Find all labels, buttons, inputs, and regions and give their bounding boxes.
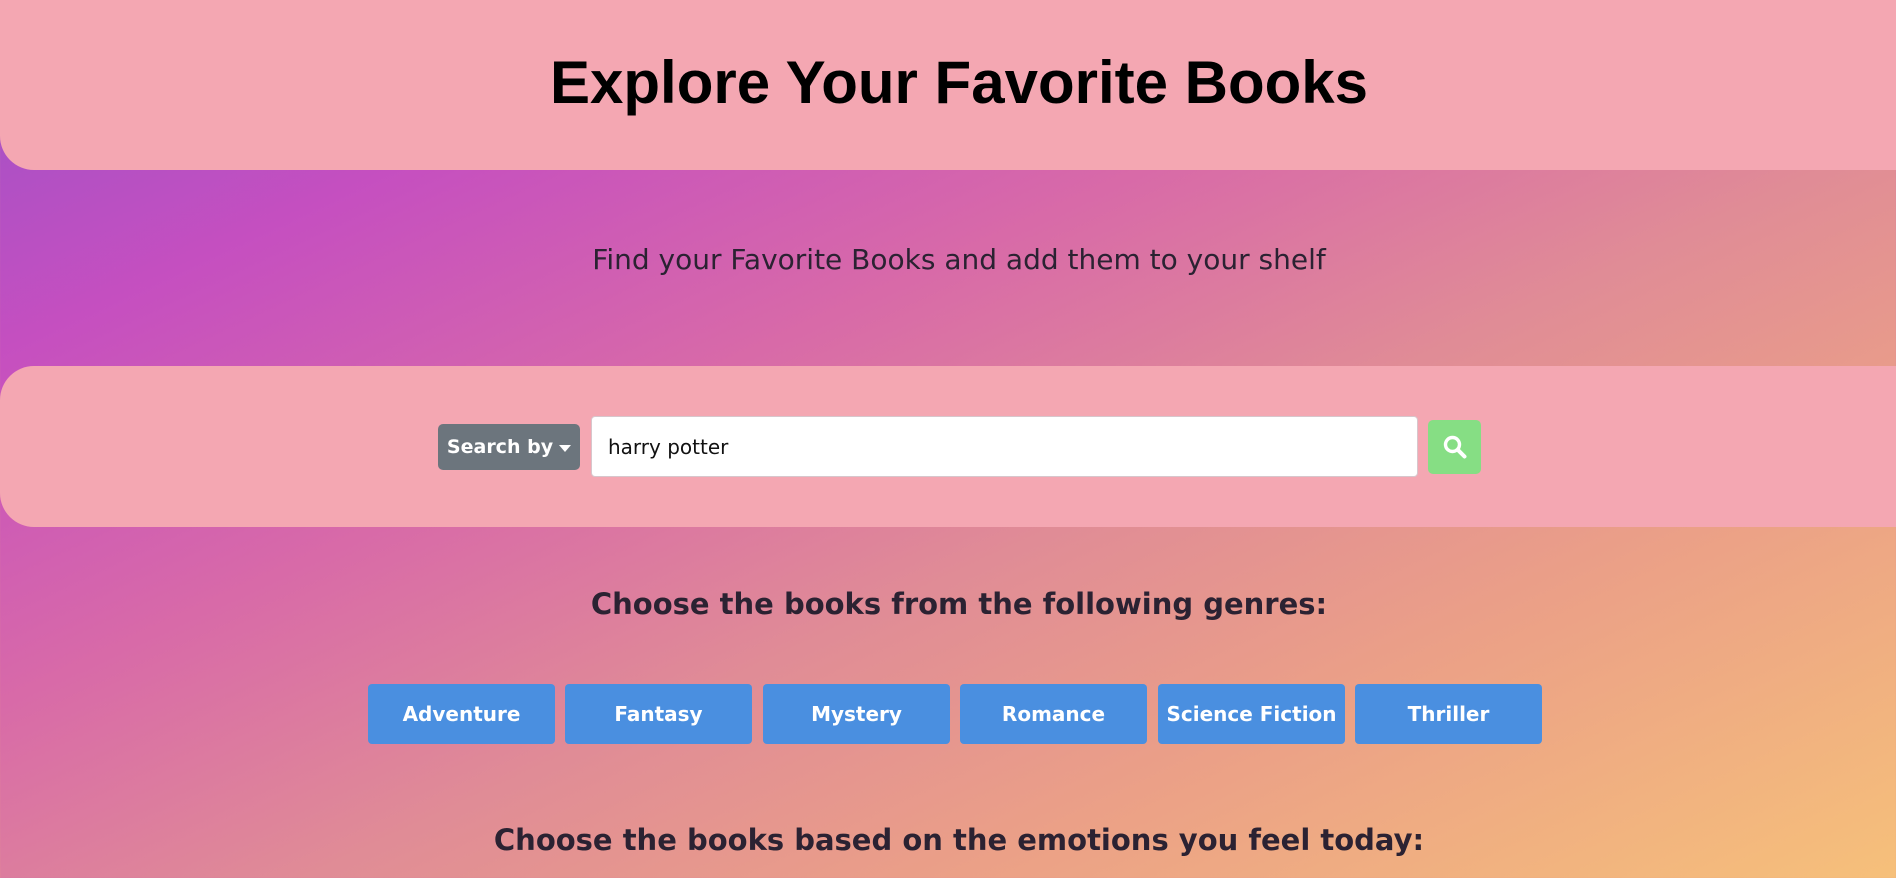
emotions-heading: Choose the books based on the emotions y… <box>493 823 1425 857</box>
search-by-dropdown-button[interactable]: Search by <box>438 424 580 470</box>
search-icon <box>1443 435 1466 459</box>
genre-button-thriller[interactable]: Thriller <box>1355 684 1542 744</box>
page-subtitle: Find your Favorite Books and add them to… <box>592 243 1326 276</box>
page-title: Explore Your Favorite Books <box>550 49 1368 116</box>
caret-down-icon <box>559 444 572 452</box>
genre-button-adventure[interactable]: Adventure <box>368 684 555 744</box>
genre-button-romance[interactable]: Romance <box>960 684 1147 744</box>
search-submit-button[interactable] <box>1428 420 1481 474</box>
genre-button-fantasy[interactable]: Fantasy <box>565 684 752 744</box>
search-by-label: Search by <box>446 436 554 458</box>
genre-button-science-fiction[interactable]: Science Fiction <box>1158 684 1345 744</box>
search-input[interactable] <box>591 416 1418 477</box>
genres-heading: Choose the books from the following genr… <box>590 587 1328 621</box>
genre-button-mystery[interactable]: Mystery <box>763 684 950 744</box>
header-panel: Explore Your Favorite Books <box>0 0 1896 170</box>
